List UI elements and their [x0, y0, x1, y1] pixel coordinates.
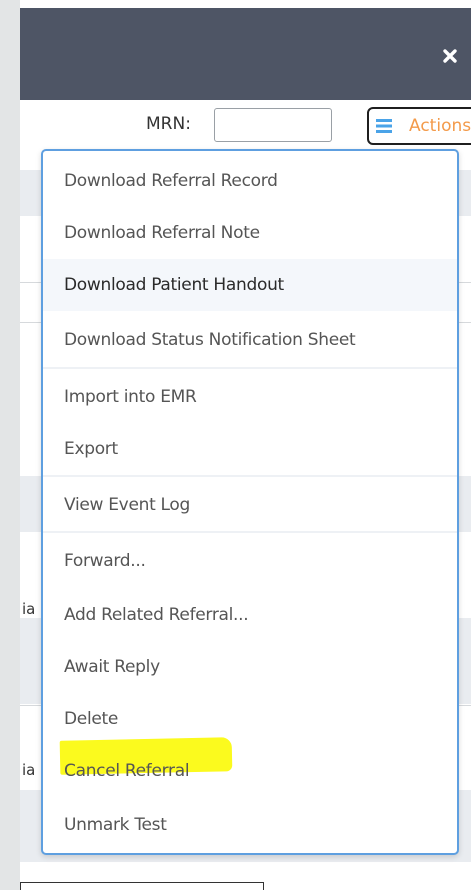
- menu-item-delete[interactable]: Delete: [43, 693, 457, 745]
- actions-label: Actions: [409, 116, 471, 136]
- actions-dropdown-menu: Download Referral Record Download Referr…: [41, 149, 459, 855]
- menu-item-download-referral-note[interactable]: Download Referral Note: [43, 207, 457, 259]
- menu-item-download-patient-handout[interactable]: Download Patient Handout: [43, 259, 457, 311]
- actions-button[interactable]: Actions: [367, 107, 471, 145]
- menu-item-import-into-emr[interactable]: Import into EMR: [43, 371, 457, 423]
- menu-item-download-status-notification-sheet[interactable]: Download Status Notification Sheet: [43, 314, 457, 366]
- menu-item-view-event-log[interactable]: View Event Log: [43, 479, 457, 531]
- menu-item-forward[interactable]: Forward...: [43, 535, 457, 587]
- background-text: ia: [22, 761, 36, 779]
- menu-item-unmark-test[interactable]: Unmark Test: [43, 799, 457, 851]
- background-input: [20, 882, 264, 890]
- mrn-label: MRN:: [146, 114, 191, 134]
- close-icon[interactable]: [442, 48, 458, 64]
- background-text: ia: [22, 600, 36, 618]
- menu-item-download-referral-record[interactable]: Download Referral Record: [43, 155, 457, 207]
- menu-item-export[interactable]: Export: [43, 423, 457, 475]
- menu-item-add-related-referral[interactable]: Add Related Referral...: [43, 589, 457, 641]
- menu-item-await-reply[interactable]: Await Reply: [43, 641, 457, 693]
- mrn-input[interactable]: [214, 108, 332, 142]
- hamburger-icon: [376, 119, 392, 133]
- menu-separator: [43, 475, 457, 477]
- menu-item-cancel-referral[interactable]: Cancel Referral: [43, 745, 457, 797]
- menu-separator: [43, 367, 457, 369]
- modal-titlebar: [20, 8, 471, 100]
- menu-separator: [43, 531, 457, 533]
